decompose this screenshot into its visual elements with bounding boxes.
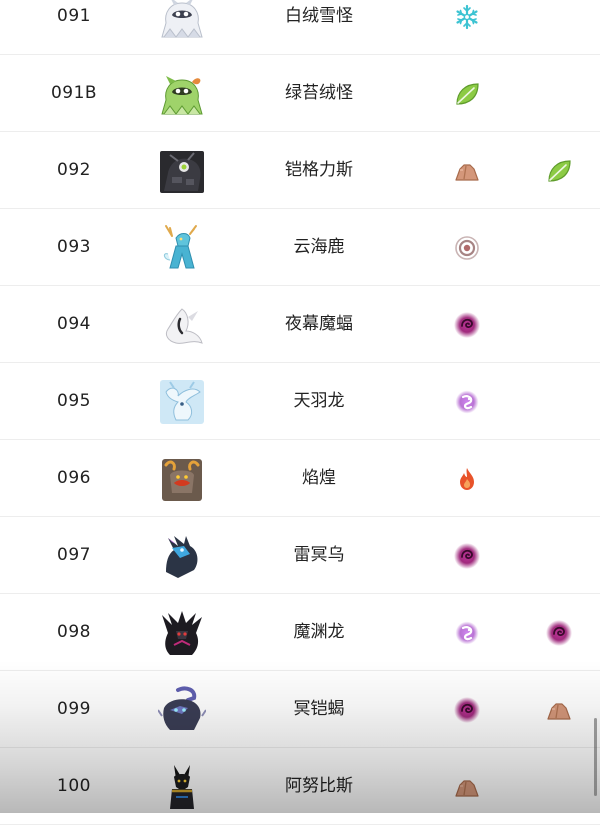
scrollbar-thumb[interactable] xyxy=(594,718,597,796)
dex-number: 099 xyxy=(57,699,91,719)
creature-name: 天羽龙 xyxy=(293,391,345,411)
list-row[interactable]: 099 冥铠蝎 xyxy=(0,671,600,748)
dark-icon xyxy=(453,696,481,724)
fire-icon xyxy=(453,465,481,493)
list-row[interactable]: 094 夜幕魔蝠 xyxy=(0,286,600,363)
armored-scorpion-sprite xyxy=(157,686,207,734)
green-mossy-yeti-sprite xyxy=(158,70,206,118)
list-row[interactable]: 095 天羽龙 xyxy=(0,363,600,440)
light-blue-dragon-sprite xyxy=(158,378,206,426)
dark-armored-beast-sprite xyxy=(158,147,206,195)
white-night-bat-sprite xyxy=(158,301,206,349)
creature-name: 焰煌 xyxy=(302,468,336,488)
ground-icon xyxy=(545,696,573,724)
pale-fluffy-yeti-sprite xyxy=(158,0,206,41)
creature-name: 阿努比斯 xyxy=(285,776,353,796)
dex-number: 098 xyxy=(57,622,91,642)
ice-icon xyxy=(453,3,481,31)
horned-fire-beast-sprite xyxy=(158,455,206,503)
grass-icon xyxy=(545,157,573,185)
list-row[interactable]: 092 铠格力斯 xyxy=(0,132,600,209)
creature-name: 魔渊龙 xyxy=(293,622,345,642)
dex-number: 095 xyxy=(57,391,91,411)
thunder-crow-sprite xyxy=(158,532,206,580)
dragon-icon xyxy=(453,388,481,416)
jackal-anubis-sprite xyxy=(158,763,206,811)
creature-name: 铠格力斯 xyxy=(285,160,353,180)
ground-icon xyxy=(453,773,481,801)
dex-number: 100 xyxy=(57,776,91,796)
list-row[interactable]: 100 阿努比斯 xyxy=(0,748,600,825)
dex-number: 097 xyxy=(57,545,91,565)
list-row[interactable]: 096 焰煌 xyxy=(0,440,600,517)
dex-number: 092 xyxy=(57,160,91,180)
dex-number: 094 xyxy=(57,314,91,334)
list-row[interactable]: 091 白绒雪怪 xyxy=(0,0,600,55)
creature-name: 云海鹿 xyxy=(293,237,345,257)
list-row[interactable]: 097 雷冥乌 xyxy=(0,517,600,594)
creature-name: 雷冥乌 xyxy=(293,545,345,565)
creature-name: 夜幕魔蝠 xyxy=(285,314,353,334)
normal-icon xyxy=(453,234,481,262)
creature-name: 冥铠蝎 xyxy=(293,699,345,719)
cyan-cloud-deer-sprite xyxy=(158,224,206,272)
ground-icon xyxy=(453,157,481,185)
dex-number: 096 xyxy=(57,468,91,488)
creature-name: 白绒雪怪 xyxy=(285,6,353,26)
list-row[interactable]: 093 云海鹿 xyxy=(0,209,600,286)
dex-number: 091 xyxy=(57,6,91,26)
grass-icon xyxy=(453,80,481,108)
dex-number: 091B xyxy=(50,83,98,103)
dragon-icon xyxy=(453,619,481,647)
dark-icon xyxy=(545,619,573,647)
dark-icon xyxy=(453,311,481,339)
pokedex-list: 091 白绒雪怪 091B 绿苔绒怪 092 铠格力斯 093 云海鹿 094 … xyxy=(0,0,600,825)
list-row[interactable]: 091B 绿苔绒怪 xyxy=(0,55,600,132)
dark-icon xyxy=(453,542,481,570)
creature-name: 绿苔绒怪 xyxy=(285,83,353,103)
black-abyss-dragon-sprite xyxy=(158,609,206,657)
list-row[interactable]: 098 魔渊龙 xyxy=(0,594,600,671)
dex-number: 093 xyxy=(57,237,91,257)
